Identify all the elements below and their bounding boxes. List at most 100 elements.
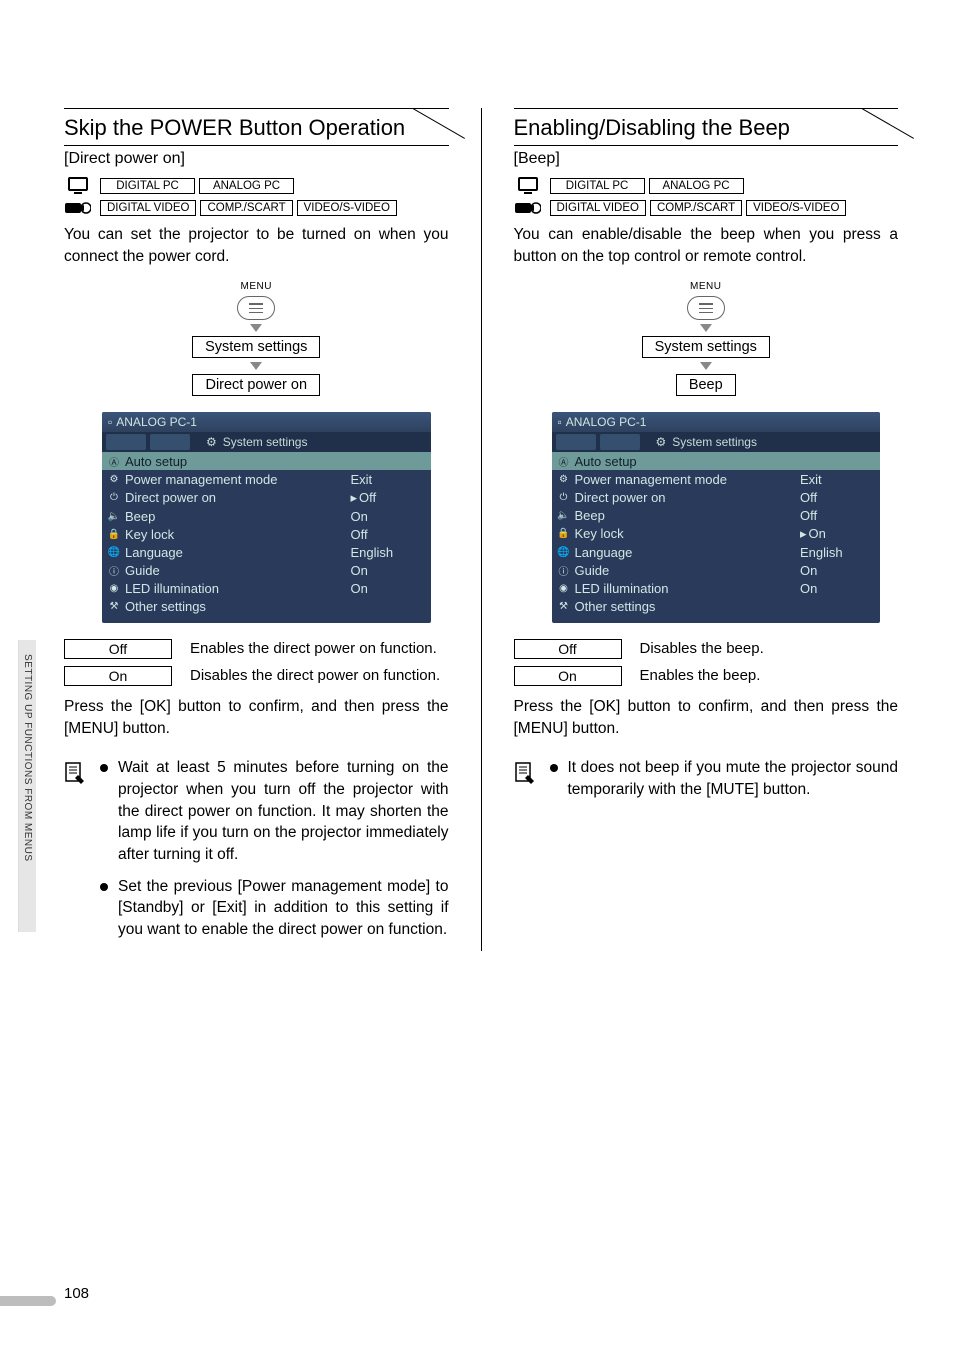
osd-row-label: Power management mode [575,472,727,487]
right-column: Enabling/Disabling the Beep [Beep] DIGIT… [514,108,899,951]
page-number-tick [0,1296,56,1306]
osd-row-icon: ⏻ [108,492,120,504]
osd-row-icon: Ⓐ [108,455,120,467]
right-note-list: It does not beep if you mute the project… [550,757,899,810]
left-confirm: Press the [OK] button to confirm, and th… [64,696,449,739]
flow-arrow-icon [250,362,262,370]
caret-icon: ▸ [800,526,807,541]
page-content: Skip the POWER Button Operation [Direct … [0,0,954,1001]
osd-row-label: Auto setup [575,454,637,469]
right-intro: You can enable/disable the beep when you… [514,224,899,267]
left-notes: Wait at least 5 minutes before turning o… [64,757,449,951]
option-label: On [514,666,622,686]
flow-arrow-icon [250,324,262,332]
left-note-list: Wait at least 5 minutes before turning o… [100,757,449,951]
option-row: OnEnables the beep. [514,666,899,686]
option-desc: Disables the beep. [640,639,899,659]
osd-row: 🔈 Beep On [102,507,431,525]
bullet-icon [100,883,108,891]
osd-header: ▫ ANALOG PC-1 [102,412,431,432]
osd-row: 🔒Key lock▸On [552,524,881,543]
note-text: Set the previous [Power management mode]… [118,876,449,941]
osd-row-value: Exit [800,472,870,487]
monitor-icon [514,176,542,196]
osd-row-value: Off [351,527,421,542]
osd-row-label: Beep [125,509,155,524]
osd-row-value: On [351,509,421,524]
osd-row-icon: ⓘ [558,564,570,576]
osd-row-value: Off [800,508,870,523]
option-row: OffEnables the direct power on function. [64,639,449,659]
pc-badges: DIGITAL PC ANALOG PC [100,178,294,194]
osd-tabs-label: ⚙ System settings [206,435,307,449]
osd-row-label: LED illumination [125,581,219,596]
badge-digital-video: DIGITAL VIDEO [550,200,646,216]
osd-row-icon: ⏻ [558,491,570,503]
note-icon [514,757,538,810]
monitor-icon [64,176,92,196]
camcorder-icon [64,200,92,216]
osd-row-icon: 🔈 [108,510,120,522]
osd-tabs-label: ⚙ System settings [656,435,757,449]
osd-row-label: Key lock [575,526,624,541]
option-label: Off [64,639,172,659]
osd-header: ▫ ANALOG PC-1 [552,412,881,432]
badge-analog-pc: ANALOG PC [199,178,294,194]
option-desc: Disables the direct power on function. [190,666,449,686]
video-badge-row: DIGITAL VIDEO COMP./SCART VIDEO/S-VIDEO [514,200,899,216]
osd-row: 🌐LanguageEnglish [102,543,431,561]
flow-arrow-icon [700,362,712,370]
osd-row: ⓘGuideOn [102,561,431,579]
note-text: It does not beep if you mute the project… [568,757,899,800]
badge-digital-pc: DIGITAL PC [100,178,195,194]
left-intro: You can set the projector to be turned o… [64,224,449,267]
camcorder-icon [514,200,542,216]
flow-menu-label: MENU [241,281,272,292]
page-number: 108 [64,1285,89,1302]
note-text: Wait at least 5 minutes before turning o… [118,757,449,865]
video-badges: DIGITAL VIDEO COMP./SCART VIDEO/S-VIDEO [550,200,847,216]
osd-row-value: On [800,581,870,596]
osd-input-label: ANALOG PC-1 [566,415,647,429]
osd-row-icon: 🌐 [108,546,120,558]
osd-row-label: Other settings [125,599,206,614]
osd-row: ⓘ Guide On [552,561,881,579]
left-subhead: [Direct power on] [64,150,449,168]
osd-row-value: On [351,563,421,578]
osd-row-label: Beep [575,508,605,523]
osd-row-icon: Ⓐ [558,455,570,467]
osd-input-icon: ▫ [108,415,112,429]
osd-row-value: ▸Off [351,490,421,506]
osd-row: ◉LED illuminationOn [102,579,431,597]
column-divider [481,108,482,951]
left-options: OffEnables the direct power on function.… [64,639,449,686]
osd-row: ⚙Power management modeExit [102,470,431,488]
badge-comp-scart: COMP./SCART [650,200,742,216]
osd-row-label: Auto setup [125,454,187,469]
menu-button-icon [687,296,725,320]
osd-row-label: Guide [575,563,610,578]
right-title: Enabling/Disabling the Beep [514,115,899,141]
badge-digital-video: DIGITAL VIDEO [100,200,196,216]
note-item: Set the previous [Power management mode]… [100,876,449,941]
osd-tab [106,434,146,450]
badge-video-svideo: VIDEO/S-VIDEO [746,200,846,216]
osd-row-label: Direct power on [125,490,216,505]
osd-row: ⏻ Direct power on ▸Off [102,488,431,507]
osd-row-value: On [800,563,870,578]
osd-tabs: ⚙ System settings [102,432,431,452]
osd-row-value: Exit [351,472,421,487]
osd-row-label: Other settings [575,599,656,614]
right-title-block: Enabling/Disabling the Beep [514,108,899,146]
osd-row-label: LED illumination [575,581,669,596]
osd-tab [556,434,596,450]
option-label: On [64,666,172,686]
osd-input-label: ANALOG PC-1 [116,415,197,429]
flow-step2: Beep [676,374,736,396]
note-item: It does not beep if you mute the project… [550,757,899,800]
right-options: OffDisables the beep.OnEnables the beep. [514,639,899,686]
flow-arrow-icon [700,324,712,332]
osd-row-icon: ⚒ [558,600,570,612]
osd-row-icon: ⚒ [108,600,120,612]
bullet-icon [100,764,108,772]
